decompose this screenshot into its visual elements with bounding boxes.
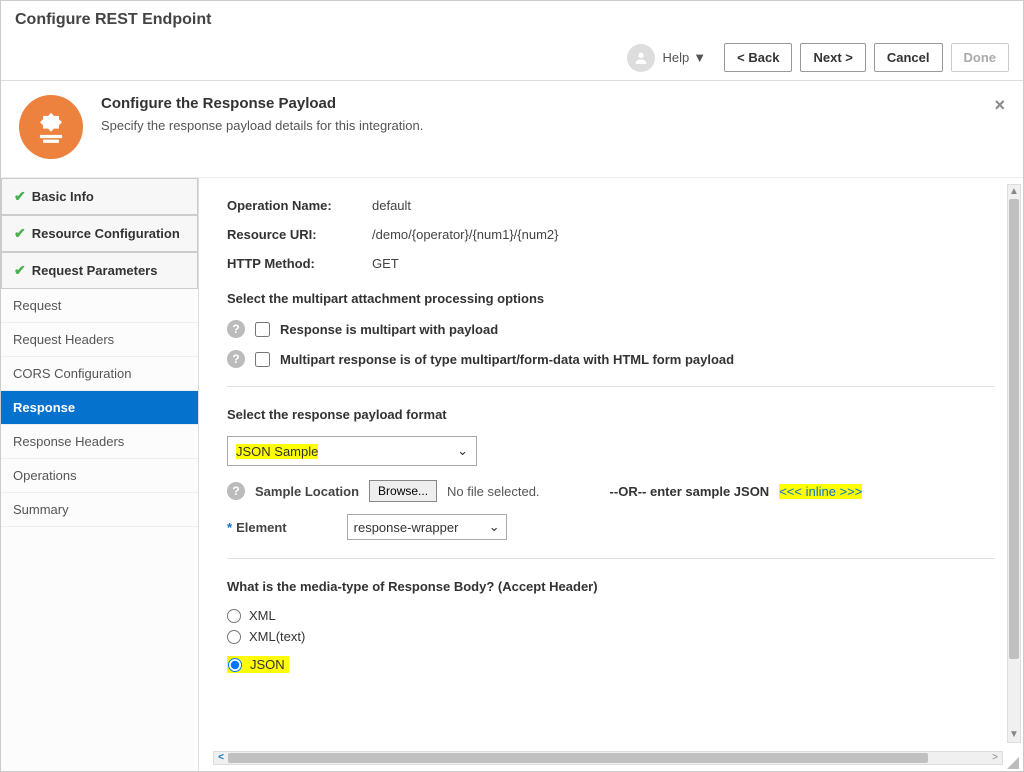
no-file-text: No file selected.: [447, 484, 540, 499]
back-button[interactable]: < Back: [724, 43, 792, 72]
done-button: Done: [951, 43, 1010, 72]
scroll-left-icon[interactable]: <: [214, 752, 228, 764]
main-content: Operation Name:default Resource URI:/dem…: [199, 178, 1023, 771]
sidebar-item-request-headers[interactable]: Request Headers: [1, 323, 198, 357]
wizard-icon: [19, 95, 83, 159]
sidebar-item-label: Basic Info: [32, 189, 94, 204]
hero-subtitle: Specify the response payload details for…: [101, 118, 423, 133]
scroll-thumb[interactable]: [228, 753, 928, 763]
help-label: Help: [663, 50, 690, 65]
sidebar-item-label: Summary: [13, 502, 69, 517]
horizontal-scrollbar[interactable]: < >: [213, 751, 1003, 765]
help-icon[interactable]: ?: [227, 482, 245, 500]
divider: [227, 558, 995, 559]
payload-format-select[interactable]: JSON Sample ⌄: [227, 436, 477, 466]
sidebar-item-operations[interactable]: Operations: [1, 459, 198, 493]
multipart-payload-checkbox[interactable]: [255, 322, 270, 337]
scroll-thumb[interactable]: [1009, 199, 1019, 659]
check-icon: ✔: [14, 262, 26, 279]
sidebar-item-label: Response Headers: [13, 434, 124, 449]
sidebar-item-label: Request Parameters: [32, 263, 158, 278]
cancel-button[interactable]: Cancel: [874, 43, 943, 72]
user-avatar-icon[interactable]: [627, 44, 655, 72]
method-value: GET: [372, 256, 399, 271]
sample-location-label: Sample Location: [255, 484, 359, 499]
media-xmltext-label: XML(text): [249, 629, 305, 644]
method-label: HTTP Method:: [227, 256, 372, 271]
media-xml-radio[interactable]: [227, 609, 241, 623]
sidebar-item-label: Request Headers: [13, 332, 114, 347]
media-xmltext-radio[interactable]: [227, 630, 241, 644]
inline-link[interactable]: <<< inline >>>: [779, 484, 862, 499]
help-icon[interactable]: ?: [227, 320, 245, 338]
help-link[interactable]: Help ▼: [663, 50, 707, 65]
resize-grip-icon[interactable]: [1003, 753, 1019, 769]
sidebar-item-request-params[interactable]: ✔ Request Parameters: [1, 252, 198, 289]
check-icon: ✔: [14, 188, 26, 205]
sidebar-item-label: Resource Configuration: [32, 226, 180, 241]
hero-title: Configure the Response Payload: [101, 95, 423, 112]
element-label: Element: [236, 520, 287, 535]
sidebar-item-basic-info[interactable]: ✔ Basic Info: [1, 178, 198, 215]
media-json-radio[interactable]: [228, 658, 242, 672]
element-select[interactable]: response-wrapper ⌄: [347, 514, 507, 540]
sidebar-item-response-headers[interactable]: Response Headers: [1, 425, 198, 459]
next-button[interactable]: Next >: [800, 43, 865, 72]
media-type-title: What is the media-type of Response Body?…: [227, 579, 995, 594]
vertical-scrollbar[interactable]: ▲ ▼: [1007, 184, 1021, 743]
window-title: Configure REST Endpoint: [1, 1, 1023, 35]
divider: [227, 386, 995, 387]
sidebar-item-summary[interactable]: Summary: [1, 493, 198, 527]
multipart-formdata-label: Multipart response is of type multipart/…: [280, 352, 734, 367]
scroll-right-icon[interactable]: >: [988, 752, 1002, 764]
browse-button[interactable]: Browse...: [369, 480, 437, 502]
multipart-formdata-checkbox[interactable]: [255, 352, 270, 367]
scroll-down-icon[interactable]: ▼: [1008, 728, 1020, 742]
uri-label: Resource URI:: [227, 227, 372, 242]
scroll-up-icon[interactable]: ▲: [1008, 185, 1020, 199]
payload-format-value: JSON Sample: [236, 444, 318, 459]
op-name-label: Operation Name:: [227, 198, 372, 213]
element-value: response-wrapper: [354, 520, 459, 535]
payload-format-title: Select the response payload format: [227, 407, 995, 422]
toolbar: Help ▼ < Back Next > Cancel Done: [1, 35, 1023, 81]
chevron-down-icon: ⌄: [489, 519, 500, 535]
close-icon[interactable]: ×: [994, 95, 1005, 116]
or-text: --OR-- enter sample JSON: [610, 484, 770, 499]
sidebar-item-label: Request: [13, 298, 61, 313]
hero-panel: Configure the Response Payload Specify t…: [1, 81, 1023, 178]
sidebar-item-resource-config[interactable]: ✔ Resource Configuration: [1, 215, 198, 252]
required-star: *: [227, 520, 232, 535]
sidebar-item-label: CORS Configuration: [13, 366, 132, 381]
sidebar-item-request[interactable]: Request: [1, 289, 198, 323]
sidebar-item-label: Operations: [13, 468, 77, 483]
sidebar-item-response[interactable]: Response: [1, 391, 198, 425]
op-name-value: default: [372, 198, 411, 213]
sidebar: ✔ Basic Info ✔ Resource Configuration ✔ Req…: [1, 178, 199, 771]
chevron-down-icon: ⌄: [457, 443, 468, 459]
sidebar-item-label: Response: [13, 400, 75, 415]
chevron-down-icon: ▼: [693, 50, 706, 65]
multipart-payload-label: Response is multipart with payload: [280, 322, 498, 337]
uri-value: /demo/{operator}/{num1}/{num2}: [372, 227, 558, 242]
sidebar-item-cors[interactable]: CORS Configuration: [1, 357, 198, 391]
media-xml-label: XML: [249, 608, 276, 623]
multipart-section-title: Select the multipart attachment processi…: [227, 291, 995, 306]
help-icon[interactable]: ?: [227, 350, 245, 368]
media-json-label: JSON: [250, 657, 285, 672]
check-icon: ✔: [14, 225, 26, 242]
